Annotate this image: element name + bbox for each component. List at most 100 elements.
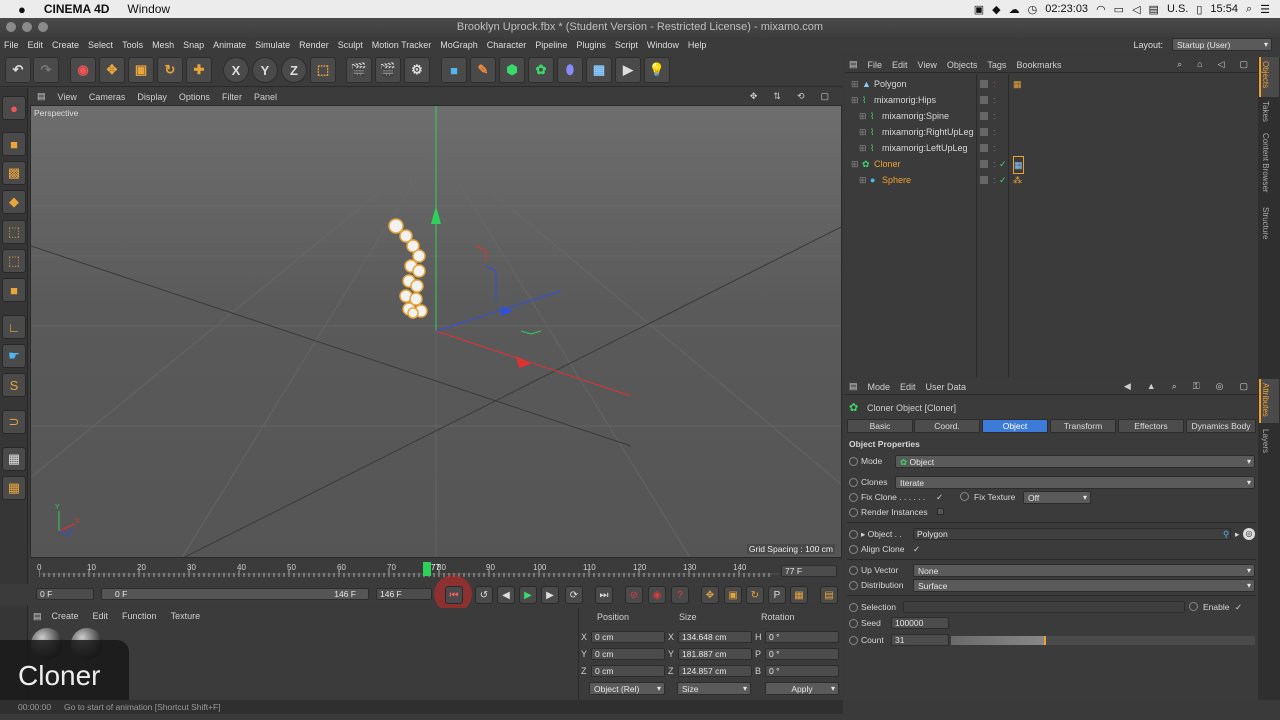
expand-icon[interactable]: ⊞: [859, 140, 867, 156]
expand-icon[interactable]: ⊞: [851, 92, 859, 108]
tab-effectors[interactable]: Effectors: [1118, 419, 1184, 433]
animate-dot-icon[interactable]: [849, 508, 858, 518]
vp-menu-cameras[interactable]: Cameras: [89, 92, 126, 102]
search-icon[interactable]: ⌕: [1172, 381, 1177, 392]
close-button[interactable]: [6, 22, 16, 32]
menu-create[interactable]: Create: [52, 40, 79, 50]
vp-menu-display[interactable]: Display: [137, 92, 167, 102]
count-slider[interactable]: [951, 636, 1255, 645]
om-menu-bookmarks[interactable]: Bookmarks: [1016, 60, 1061, 70]
list-icon[interactable]: ☰: [1260, 3, 1270, 16]
om-menu-tags[interactable]: Tags: [987, 60, 1006, 70]
size-y-field[interactable]: 181.887 cm: [678, 648, 752, 660]
visibility-icon[interactable]: :: [993, 92, 996, 108]
loop-button[interactable]: ⟳: [565, 586, 583, 604]
object-name[interactable]: Cloner: [874, 156, 901, 172]
z-axis-lock-button[interactable]: Z: [281, 57, 307, 83]
visibility-icon[interactable]: :: [993, 172, 996, 188]
size-z-field[interactable]: 124.857 cm: [678, 665, 752, 677]
timeline-ruler[interactable]: 0 10 20 30 40 50 60 70 80 90 100 110 120…: [29, 560, 843, 584]
expand-icon[interactable]: ⊞: [859, 124, 867, 140]
snap-icon[interactable]: S: [2, 373, 26, 397]
home-icon[interactable]: ⌂: [1197, 59, 1202, 70]
play-button[interactable]: ▶: [519, 586, 537, 604]
display-icon[interactable]: ▭: [1114, 3, 1124, 16]
side-tab-attributes-label[interactable]: Attributes: [1261, 383, 1270, 417]
pick-icon[interactable]: ⚲: [1223, 527, 1229, 541]
vp-menu-view[interactable]: View: [58, 92, 77, 102]
key-parameter-button[interactable]: P: [768, 586, 786, 604]
side-tab-takes-label[interactable]: Takes: [1261, 101, 1270, 122]
count-field[interactable]: 31: [891, 634, 949, 646]
visibility-icon[interactable]: :: [993, 76, 996, 92]
subdivision-icon[interactable]: ⬢: [499, 57, 525, 83]
perspective-viewport[interactable]: Perspective Y X Z Grid Spacing: 100 cm: [30, 105, 842, 558]
tweak-icon[interactable]: ☛: [2, 344, 26, 368]
apply-button[interactable]: Apply: [765, 682, 839, 695]
window-menu[interactable]: Window: [127, 2, 170, 16]
vp-menu-panel[interactable]: Panel: [254, 92, 277, 102]
app-menu[interactable]: CINEMA 4D: [44, 2, 110, 16]
visibility-icon[interactable]: :: [993, 140, 996, 156]
menu-help[interactable]: Help: [688, 40, 707, 50]
am-menu-edit[interactable]: Edit: [900, 382, 916, 392]
end-frame-field[interactable]: 146 F: [376, 588, 432, 600]
size-x-field[interactable]: 134.648 cm: [678, 631, 752, 643]
key-position-button[interactable]: ✥: [701, 586, 719, 604]
render-settings-icon[interactable]: ⚙: [404, 57, 430, 83]
menu-select[interactable]: Select: [88, 40, 113, 50]
mat-menu-create[interactable]: Create: [52, 611, 79, 621]
vp-menu-options[interactable]: Options: [179, 92, 210, 102]
animate-dot-icon[interactable]: [849, 530, 858, 540]
redo-icon[interactable]: ↷: [33, 57, 59, 83]
settings-icon[interactable]: ◎: [1216, 381, 1224, 392]
orbit-icon[interactable]: ⟲: [797, 91, 805, 102]
lock-workplane-icon[interactable]: ▦: [2, 476, 26, 500]
am-menu-mode[interactable]: Mode: [868, 382, 891, 392]
tab-object[interactable]: Object: [982, 419, 1048, 433]
animate-dot-icon[interactable]: [849, 478, 858, 488]
enable-checkbox[interactable]: ✓: [1235, 600, 1242, 614]
next-frame-button[interactable]: ▶: [541, 586, 559, 604]
tag-icon[interactable]: ⁂: [1013, 172, 1022, 188]
fix-clone-checkbox[interactable]: ✓: [936, 490, 943, 504]
align-clone-checkbox[interactable]: ✓: [913, 542, 920, 556]
texture-mode-icon[interactable]: ▩: [2, 161, 26, 185]
model-mode-icon[interactable]: ■: [2, 132, 26, 156]
flag-icon[interactable]: ▤: [1149, 3, 1159, 16]
om-menu-edit[interactable]: Edit: [892, 60, 908, 70]
side-tab-content-browser-label[interactable]: Content Browser: [1261, 133, 1270, 193]
visibility-icon[interactable]: :: [993, 124, 996, 140]
key-rotation-button[interactable]: ↻: [746, 586, 764, 604]
animate-dot-icon[interactable]: [849, 603, 858, 613]
previous-frame-button[interactable]: ◀: [497, 586, 515, 604]
light-icon[interactable]: 💡: [644, 57, 670, 83]
layout-select[interactable]: Startup (User): [1172, 38, 1272, 51]
menu-render[interactable]: Render: [299, 40, 329, 50]
zoom-button[interactable]: [38, 22, 48, 32]
wifi-icon[interactable]: ◠: [1096, 3, 1106, 16]
expand-icon[interactable]: ⊞: [859, 172, 867, 188]
size-mode-select[interactable]: Size: [677, 682, 751, 695]
live-selection-icon[interactable]: ◉: [70, 57, 96, 83]
side-tab-objects-label[interactable]: Objects: [1261, 61, 1270, 88]
selection-field[interactable]: [903, 601, 1185, 613]
link-menu-icon[interactable]: ▸: [1235, 527, 1239, 541]
up-vector-select[interactable]: None: [913, 564, 1255, 577]
axis-icon[interactable]: ∟: [2, 315, 26, 339]
keyframe-selection-button[interactable]: ?: [671, 586, 689, 604]
pan-icon[interactable]: ✥: [750, 91, 758, 102]
dropbox-icon[interactable]: ◆: [992, 3, 1000, 16]
deformer-icon[interactable]: ⬮: [557, 57, 583, 83]
menu-simulate[interactable]: Simulate: [255, 40, 290, 50]
visibility-icon[interactable]: :: [993, 108, 996, 124]
key-pla-button[interactable]: ▦: [790, 586, 808, 604]
record-button[interactable]: ⊘: [625, 586, 643, 604]
rotation-b-field[interactable]: 0 °: [765, 665, 839, 677]
animate-dot-icon[interactable]: [849, 581, 858, 591]
om-menu-view[interactable]: View: [918, 60, 937, 70]
current-frame-field[interactable]: 77 F: [781, 565, 837, 577]
camera-object-icon[interactable]: ▶: [615, 57, 641, 83]
input-source[interactable]: U.S.: [1167, 3, 1188, 15]
x-axis-lock-button[interactable]: X: [223, 57, 249, 83]
